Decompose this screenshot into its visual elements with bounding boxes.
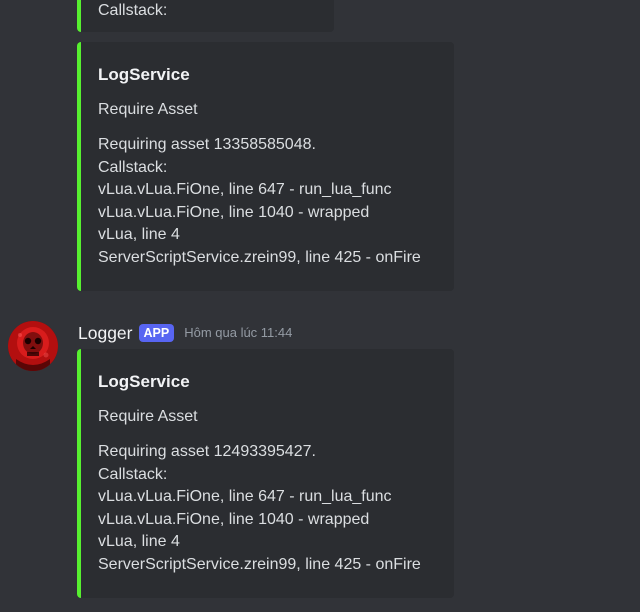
embed-field-line: vLua, line 4 <box>98 226 180 244</box>
embed-field-value: Requiring asset 13358585048. Callstack: … <box>98 134 434 270</box>
app-badge: APP <box>138 324 175 342</box>
embed-title: LogService <box>98 372 190 391</box>
message-embed: LogService Require Asset Requiring asset… <box>77 42 454 291</box>
message-embed: LogService Require Asset Requiring asset… <box>77 349 454 598</box>
embed-field-line: Callstack: <box>98 158 168 176</box>
embed-field-line: Requiring asset 13358585048. <box>98 136 316 153</box>
embed-description: Require Asset <box>98 408 198 425</box>
avatar[interactable] <box>8 321 58 371</box>
message-header: Logger APP Hôm qua lúc 11:44 <box>78 322 292 344</box>
author-username[interactable]: Logger <box>78 322 133 344</box>
embed-field-line: ServerScriptService.zrein99, line 425 - … <box>98 555 421 573</box>
embed-field-line: vLua.vLua.FiOne, line 647 - run_lua_func <box>98 181 392 199</box>
chat-message-list: Callstack: LogService Require Asset Requ… <box>0 0 640 612</box>
embed-field-line: vLua.vLua.FiOne, line 1040 - wrapped <box>98 203 370 221</box>
embed-field-line: ServerScriptService.zrein99, line 425 - … <box>98 248 421 266</box>
embed-title: LogService <box>98 65 190 84</box>
embed-description: Require Asset <box>98 101 198 118</box>
message-embed: Callstack: <box>77 0 334 32</box>
embed-field-line: Callstack: <box>98 465 168 483</box>
embed-field-line: vLua.vLua.FiOne, line 647 - run_lua_func <box>98 488 392 506</box>
red-skull-avatar-icon <box>8 321 58 371</box>
embed-field-line: Requiring asset 12493395427. <box>98 443 316 460</box>
embed-field-line: vLua, line 4 <box>98 533 180 551</box>
embed-field-line: Callstack: <box>98 2 168 19</box>
message-timestamp[interactable]: Hôm qua lúc 11:44 <box>184 322 292 344</box>
embed-field-line: vLua.vLua.FiOne, line 1040 - wrapped <box>98 510 370 528</box>
embed-field-value: Requiring asset 12493395427. Callstack: … <box>98 441 434 577</box>
